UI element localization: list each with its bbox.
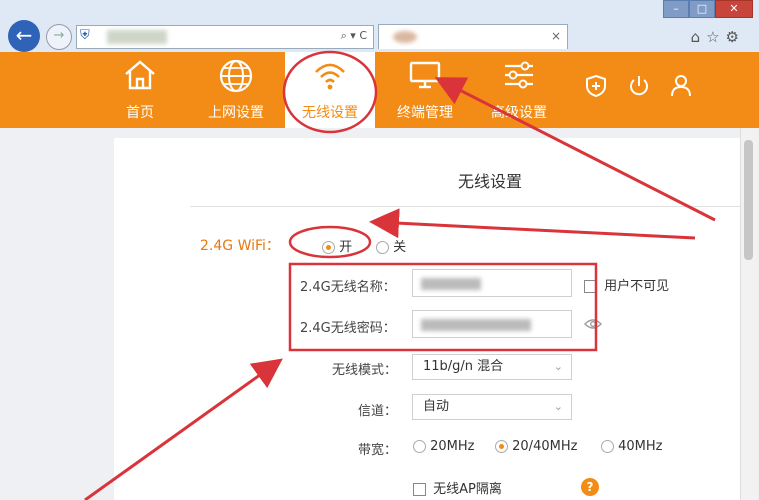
arrow-right-icon: → (53, 28, 65, 43)
bw-2040-label: 20/40MHz (512, 439, 578, 454)
browser-toolbar: – □ ✕ ← → ⛨ ⌕ ▾ C × ⌂☆⚙ (0, 0, 759, 52)
maximize-button[interactable]: □ (689, 0, 715, 18)
forward-button[interactable]: → (46, 24, 72, 50)
sliders-icon (484, 52, 554, 104)
wifi-icon (285, 52, 375, 104)
mode-value: 11b/g/n 混合 (423, 359, 504, 374)
security-shield-icon: ⛨ (80, 28, 90, 43)
ssid-label: 2.4G无线名称： (300, 280, 396, 295)
wifi-toggle-label: 2.4G WiFi： (200, 238, 280, 254)
password-value-redacted (421, 319, 531, 331)
globe-icon (200, 52, 272, 104)
title-divider (190, 206, 740, 207)
nav-label-wireless: 无线设置 (302, 105, 358, 121)
channel-value: 自动 (423, 399, 450, 414)
password-input[interactable] (412, 310, 572, 338)
nav-item-home[interactable]: 首页 (112, 52, 168, 128)
wifi-on-label: 开 (339, 240, 353, 255)
password-label: 2.4G无线密码： (300, 321, 396, 336)
browser-right-icons[interactable]: ⌂☆⚙ (691, 28, 745, 46)
nav-item-advanced[interactable]: 高级设置 (484, 52, 554, 128)
home-icon (112, 52, 168, 104)
wifi-on-radio[interactable]: 开 (322, 236, 352, 255)
address-url-redacted (107, 30, 167, 44)
radio-off-icon (601, 440, 614, 453)
ssid-value-redacted (421, 278, 481, 290)
radio-off-icon (413, 440, 426, 453)
checkbox-icon (413, 483, 426, 496)
bw-2040-radio[interactable]: 20/40MHz (495, 439, 577, 454)
monitor-icon (390, 52, 460, 104)
bw-20-radio[interactable]: 20MHz (413, 439, 475, 454)
hide-ssid-checkbox[interactable]: 用户不可见 (584, 275, 669, 294)
mode-label: 无线模式： (332, 363, 398, 378)
mode-select[interactable]: 11b/g/n 混合 ⌄ (412, 354, 572, 380)
nav-item-internet[interactable]: 上网设置 (200, 52, 272, 128)
shield-plus-icon[interactable] (585, 74, 607, 98)
back-button[interactable]: ← (8, 20, 40, 52)
nav-label-home: 首页 (126, 105, 154, 121)
radio-on-icon (495, 440, 508, 453)
ssid-input[interactable] (412, 269, 572, 297)
nav-label-advanced: 高级设置 (491, 105, 547, 121)
radio-off-icon (376, 241, 389, 254)
arrow-left-icon: ← (15, 23, 33, 47)
nav-item-wireless[interactable]: 无线设置 (285, 52, 375, 128)
checkbox-icon (584, 280, 597, 293)
page-title: 无线设置 (458, 172, 523, 191)
wifi-off-label: 关 (393, 240, 407, 255)
help-icon[interactable]: ? (581, 478, 599, 496)
nav-label-devices: 终端管理 (397, 105, 453, 121)
bandwidth-label: 带宽： (358, 443, 398, 458)
eye-icon[interactable] (584, 318, 602, 334)
nav-item-devices[interactable]: 终端管理 (390, 52, 460, 128)
chevron-down-icon: ⌄ (553, 400, 563, 413)
channel-label: 信道： (358, 404, 398, 419)
close-window-button[interactable]: ✕ (715, 0, 753, 18)
tab-favicon-redacted (393, 31, 417, 43)
ap-isolation-checkbox[interactable]: 无线AP隔离 (413, 478, 502, 497)
bw-20-label: 20MHz (430, 439, 475, 454)
window-controls: – □ ✕ (663, 0, 753, 18)
nav-label-internet: 上网设置 (208, 105, 264, 121)
ap-isolation-label: 无线AP隔离 (433, 482, 502, 497)
tab-close-icon[interactable]: × (551, 29, 561, 43)
channel-select[interactable]: 自动 ⌄ (412, 394, 572, 420)
address-bar[interactable]: ⛨ ⌕ ▾ C (76, 25, 374, 49)
power-icon[interactable] (628, 74, 650, 98)
user-icon[interactable] (670, 74, 692, 98)
wifi-off-radio[interactable]: 关 (376, 236, 406, 255)
minimize-button[interactable]: – (663, 0, 689, 18)
bw-40-label: 40MHz (618, 439, 663, 454)
chevron-down-icon: ⌄ (553, 360, 563, 373)
hide-ssid-label: 用户不可见 (604, 279, 670, 294)
browser-tab[interactable]: × (378, 24, 568, 49)
address-controls[interactable]: ⌕ ▾ C (341, 29, 367, 43)
bw-40-radio[interactable]: 40MHz (601, 439, 663, 454)
radio-on-icon (322, 241, 335, 254)
scrollbar-thumb[interactable] (744, 140, 753, 260)
vertical-scrollbar[interactable] (740, 128, 757, 500)
router-nav-bar: 首页 上网设置 无线设置 终端管理 高级设置 (0, 52, 759, 128)
